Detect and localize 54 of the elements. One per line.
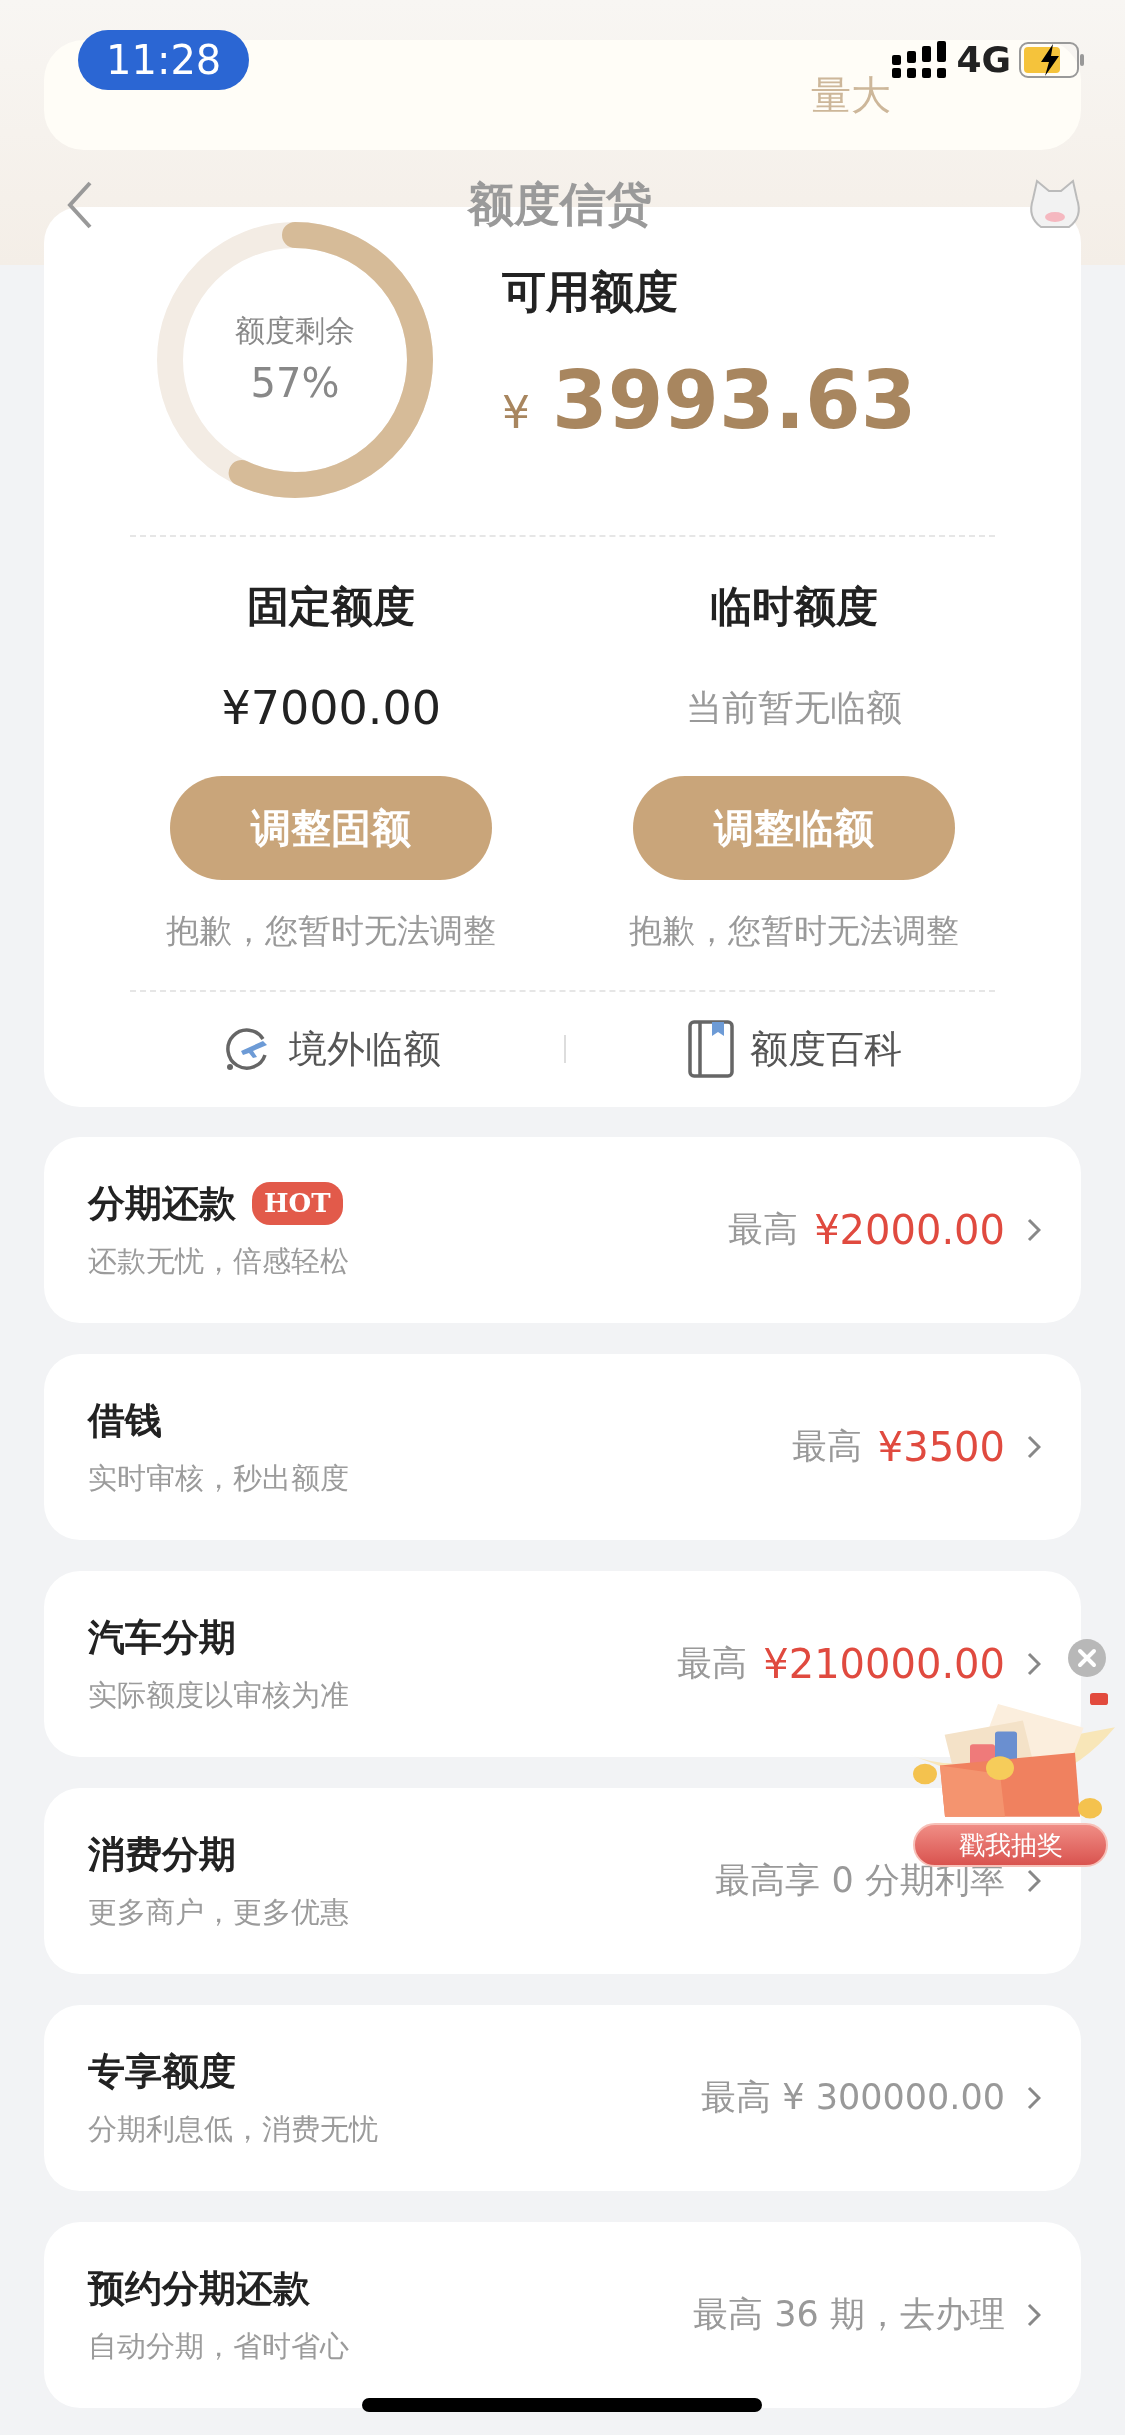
- chevron-right-icon: [1027, 1434, 1041, 1459]
- chevron-right-icon: [1027, 2085, 1041, 2110]
- chevron-right-icon: [1027, 2302, 1041, 2327]
- product-note: 最高 36 期，去办理: [693, 2293, 1005, 2337]
- book-icon: [688, 1020, 735, 1078]
- limit-title: 临时额度: [709, 581, 878, 633]
- product-title: 专享额度: [88, 2049, 236, 2095]
- banner-text: 量大: [811, 71, 891, 120]
- chevron-right-icon: [1027, 1217, 1041, 1242]
- product-row[interactable]: 汽车分期 实际额度以审核为准 最高 ¥210000.00: [44, 1570, 1081, 1757]
- available-amount: 3993.63: [552, 353, 917, 449]
- product-row[interactable]: 预约分期还款 自动分期，省时省心 最高 36 期，去办理: [44, 2221, 1081, 2408]
- chevron-right-icon: [1027, 1651, 1041, 1676]
- link-label[interactable]: 额度百科: [750, 1020, 903, 1078]
- max-label: 最高: [677, 1642, 748, 1686]
- max-label: 最高: [728, 1208, 799, 1252]
- product-row[interactable]: 专享额度 分期利息低，消费无忧 最高 ¥ 300000.00: [44, 2004, 1081, 2191]
- product-note: 最高 ¥ 300000.00: [701, 2076, 1005, 2120]
- product-title: 分期还款: [88, 1181, 236, 1227]
- limit-title: 固定额度: [247, 581, 416, 633]
- max-label: 最高: [791, 1425, 862, 1469]
- max-amount: ¥210000.00: [763, 1639, 1005, 1689]
- product-subtitle: 分期利息低，消费无忧: [88, 2110, 378, 2148]
- ring-percent: 57%: [250, 358, 340, 408]
- available-label: 可用额度: [502, 265, 679, 319]
- product-title: 汽车分期: [88, 1615, 236, 1661]
- product-subtitle: 实时审核，秒出额度: [88, 1459, 349, 1497]
- max-amount: ¥3500: [877, 1422, 1005, 1472]
- product-subtitle: 更多商户，更多优惠: [88, 1893, 349, 1931]
- chevron-right-icon: [1027, 1868, 1041, 1893]
- limit-value: ¥7000.00: [221, 680, 441, 736]
- signal-icon: [892, 41, 949, 79]
- clock-time: 11:28: [78, 30, 250, 90]
- battery-charging-icon: [1019, 42, 1085, 78]
- limit-note: 抱歉，您暂时无法调整: [166, 910, 497, 952]
- product-title: 借钱: [88, 1398, 162, 1444]
- max-amount: ¥2000.00: [814, 1205, 1005, 1255]
- product-subtitle: 自动分期，省时省心: [88, 2327, 349, 2365]
- page-title: 额度信贷: [467, 176, 652, 233]
- product-row[interactable]: 分期还款 HOT 还款无忧，倍感轻松 最高 ¥2000.00: [44, 1136, 1081, 1323]
- network-label: 4G: [956, 38, 1011, 82]
- limit-value: 当前暂无临额: [685, 686, 902, 730]
- product-row[interactable]: 借钱 实时审核，秒出额度 最高 ¥3500: [44, 1353, 1081, 1540]
- currency-sign: ¥: [502, 386, 530, 440]
- product-subtitle: 还款无忧，倍感轻松: [88, 1242, 349, 1280]
- product-title: 预约分期还款: [88, 2266, 310, 2312]
- limit-note: 抱歉，您暂时无法调整: [628, 910, 959, 952]
- hot-tag: HOT: [252, 1182, 343, 1226]
- back-icon[interactable]: [66, 179, 94, 230]
- product-title: 消费分期: [88, 1832, 236, 1878]
- product-subtitle: 实际额度以审核为准: [88, 1676, 349, 1714]
- ring-label: 额度剩余: [235, 311, 355, 350]
- close-icon[interactable]: [1067, 1638, 1107, 1678]
- link-label[interactable]: 境外临额: [288, 1020, 441, 1078]
